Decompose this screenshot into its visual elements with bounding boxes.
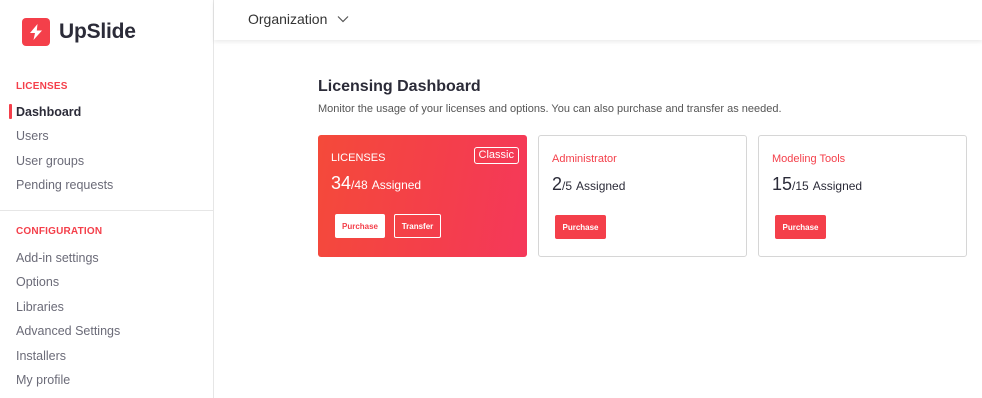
app-logo[interactable]: UpSlide (22, 18, 136, 46)
page-title: Licensing Dashboard (318, 78, 481, 95)
license-count: 15/15 Assigned (772, 174, 862, 195)
total-count: /5 (562, 179, 573, 193)
sidebar-item-options[interactable]: Options (16, 275, 59, 289)
purchase-button[interactable]: Purchase (775, 215, 826, 239)
sidebar-item-my-profile[interactable]: My profile (16, 373, 70, 387)
purchase-button[interactable]: Purchase (335, 214, 385, 238)
app-name: UpSlide (59, 20, 136, 43)
page-subtitle: Monitor the usage of your licenses and o… (318, 103, 782, 115)
transfer-button[interactable]: Transfer (394, 214, 441, 238)
license-count: 34/48 Assigned (331, 173, 421, 194)
assigned-label: Assigned (812, 179, 863, 193)
sidebar-item-user-groups[interactable]: User groups (16, 154, 84, 168)
organization-dropdown[interactable]: Organization (248, 11, 349, 27)
sidebar-item-pending-requests[interactable]: Pending requests (16, 178, 113, 192)
card-label: Administrator (552, 153, 617, 165)
administrator-card: Administrator 2/5 Assigned Purchase (538, 135, 747, 257)
top-header: Organization (214, 0, 982, 40)
chevron-down-icon (337, 16, 349, 23)
plan-badge: Classic (473, 147, 519, 164)
assigned-label: Assigned (576, 179, 626, 193)
sidebar-divider (0, 210, 213, 211)
upslide-bolt-icon (22, 18, 50, 46)
card-label: Modeling Tools (772, 153, 846, 165)
purchase-button[interactable]: Purchase (555, 215, 606, 239)
assigned-count: 2 (552, 174, 563, 194)
configuration-section-title: CONFIGURATION (16, 226, 103, 237)
sidebar-item-dashboard[interactable]: Dashboard (16, 105, 81, 119)
sidebar-item-advanced-settings[interactable]: Advanced Settings (16, 324, 120, 338)
modeling-tools-card: Modeling Tools 15/15 Assigned Purchase (758, 135, 967, 257)
sidebar-item-libraries[interactable]: Libraries (16, 300, 64, 314)
organization-label: Organization (248, 11, 328, 27)
card-label: LICENSES (331, 152, 386, 164)
licenses-card: LICENSES Classic 34/48 Assigned Purchase … (318, 135, 527, 257)
sidebar-item-add-in-settings[interactable]: Add-in settings (16, 251, 99, 265)
sidebar-item-installers[interactable]: Installers (16, 349, 66, 363)
sidebar: UpSlide LICENSES Dashboard Users User gr… (0, 0, 214, 398)
total-count: /48 (351, 178, 368, 192)
assigned-label: Assigned (371, 178, 422, 192)
sidebar-item-users[interactable]: Users (16, 129, 49, 143)
license-count: 2/5 Assigned (552, 174, 625, 195)
assigned-count: 15 (772, 174, 793, 194)
total-count: /15 (792, 179, 809, 193)
licenses-section-title: LICENSES (16, 81, 68, 92)
assigned-count: 34 (331, 173, 352, 193)
active-indicator (9, 104, 12, 119)
